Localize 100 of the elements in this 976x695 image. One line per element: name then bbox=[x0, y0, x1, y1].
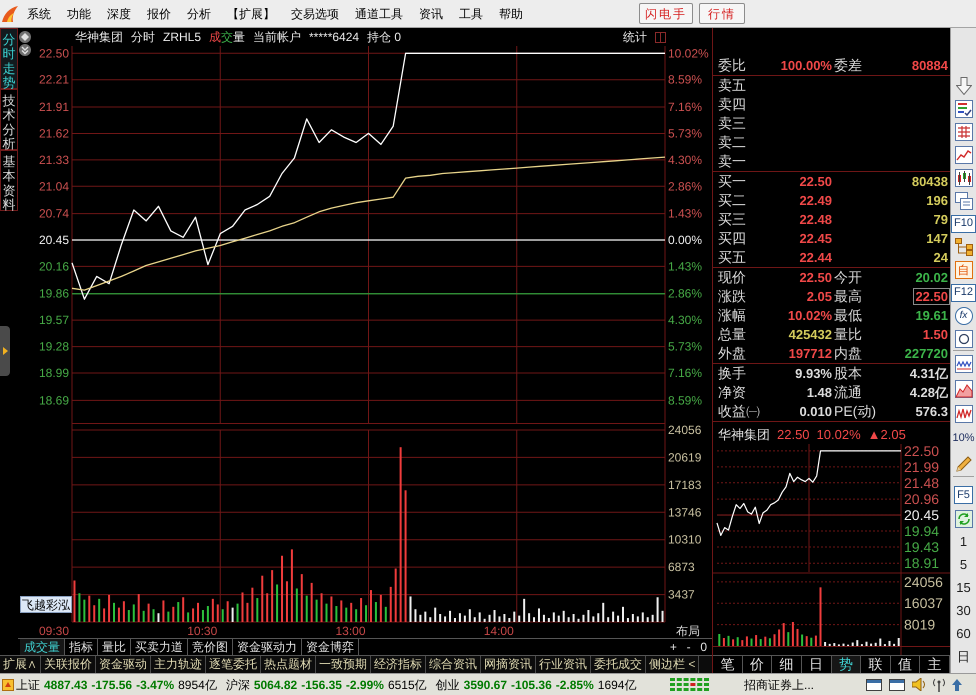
period-button[interactable]: 60 bbox=[956, 627, 971, 640]
menu-item[interactable]: 【扩展】 bbox=[219, 2, 283, 24]
indicator-tab[interactable]: 成交量 bbox=[20, 639, 65, 655]
index-change: -105.36 bbox=[511, 676, 552, 694]
price-axis-label: 21.99 bbox=[904, 458, 940, 475]
logo-icon[interactable] bbox=[2, 678, 14, 690]
percent-axis-label: 8.59% bbox=[668, 72, 702, 87]
price-axis-label: 19.28 bbox=[38, 340, 69, 354]
quote-value: 4.31亿 bbox=[908, 365, 949, 382]
zoom-button[interactable]: - bbox=[684, 641, 693, 653]
zoom-button[interactable]: 0 bbox=[698, 641, 710, 653]
menu-item[interactable]: 工具 bbox=[451, 2, 491, 24]
index-change: -175.56 bbox=[91, 676, 132, 694]
hotkey-button[interactable]: F10 bbox=[951, 214, 976, 232]
menu-item[interactable]: 功能 bbox=[59, 2, 99, 24]
quote-label: 卖一 bbox=[718, 152, 747, 171]
toolbar-button[interactable]: 10% bbox=[952, 430, 975, 446]
logo-icon[interactable] bbox=[2, 6, 18, 22]
down-arrow-icon[interactable] bbox=[956, 76, 972, 94]
candlestick-icon[interactable] bbox=[954, 168, 972, 186]
side-tab[interactable]: 技术分析 bbox=[0, 89, 18, 150]
speaker-icon[interactable] bbox=[912, 678, 926, 691]
zoom-button[interactable]: + bbox=[668, 641, 679, 653]
pencil-icon[interactable] bbox=[954, 454, 972, 472]
period-button[interactable]: 30 bbox=[956, 604, 971, 617]
quote-label: 收益㈠ bbox=[718, 402, 761, 421]
price-axis-label: 19.86 bbox=[38, 286, 69, 301]
volume-axis-label: 24056 bbox=[668, 424, 702, 437]
panel-toggle-button[interactable] bbox=[0, 326, 10, 376]
menu-item[interactable]: 通道工具 bbox=[347, 2, 411, 24]
percent-axis-label: 4.30% bbox=[668, 152, 702, 167]
last-price: 22.50 bbox=[777, 426, 810, 444]
index-percent: -3.47% bbox=[136, 676, 174, 694]
checklist-icon[interactable] bbox=[954, 100, 972, 118]
layout-button[interactable]: 布局 bbox=[676, 624, 700, 638]
quote-value: 576.3 bbox=[914, 403, 949, 420]
price-axis-label: 21.62 bbox=[38, 126, 69, 140]
hotkey-button[interactable]: F5 bbox=[954, 486, 973, 504]
menu-item[interactable]: 系统 bbox=[19, 2, 59, 24]
index-name: 上证 bbox=[16, 676, 40, 694]
period-button[interactable]: 日 bbox=[957, 650, 970, 663]
stats-button[interactable]: 统计 bbox=[623, 28, 647, 46]
menu-item[interactable]: 交易选项 bbox=[283, 2, 347, 24]
up-arrow-icon[interactable] bbox=[952, 678, 962, 690]
hotkey-button[interactable]: F12 bbox=[951, 284, 976, 302]
quote-value: 19.61 bbox=[914, 307, 949, 324]
menu-item[interactable]: 深度 bbox=[99, 2, 139, 24]
menu-item[interactable]: 帮助 bbox=[491, 2, 531, 24]
period-button[interactable]: 1 bbox=[960, 535, 968, 548]
double-chevron-icon[interactable] bbox=[19, 44, 31, 56]
tree-icon[interactable] bbox=[954, 238, 972, 256]
time-label: 09:30 bbox=[38, 624, 69, 638]
menu-item[interactable]: 分析 bbox=[179, 2, 219, 24]
overlay-button[interactable]: 飞越彩泓 bbox=[20, 596, 72, 613]
quote-value: 100.00% bbox=[780, 57, 833, 74]
refresh-icon[interactable] bbox=[954, 510, 972, 528]
area-chart-icon[interactable] bbox=[954, 380, 972, 398]
period-button[interactable]: 5 bbox=[960, 558, 968, 571]
index-name: 沪深 bbox=[226, 676, 250, 694]
formula-button[interactable]: fx bbox=[954, 306, 972, 324]
percent-axis-label: 5.73% bbox=[668, 126, 702, 140]
shortcut-button[interactable]: 自 bbox=[954, 260, 972, 278]
price-axis-label: 19.43 bbox=[904, 538, 940, 555]
menu-item[interactable]: 资讯 bbox=[411, 2, 451, 24]
quote-label: 卖二 bbox=[718, 133, 747, 152]
diamond-icon[interactable] bbox=[19, 31, 31, 43]
toolbar-button[interactable]: 行情 bbox=[699, 3, 745, 24]
quote-value: 2.05 bbox=[806, 288, 833, 305]
window-toggle-icon[interactable] bbox=[655, 32, 666, 42]
quote-label: 今开 bbox=[834, 268, 863, 287]
windows-icon[interactable] bbox=[954, 192, 972, 210]
quote-value: 22.44 bbox=[798, 249, 833, 266]
wave-chart-icon[interactable] bbox=[954, 354, 972, 372]
quote-label: 外盘 bbox=[718, 344, 747, 363]
table-icon[interactable] bbox=[954, 122, 972, 140]
line-chart-icon[interactable] bbox=[954, 146, 972, 164]
price-axis-label: 20.16 bbox=[38, 259, 69, 274]
antenna-icon[interactable] bbox=[933, 678, 945, 692]
window-icon[interactable] bbox=[889, 678, 905, 690]
quote-value: 9.93% bbox=[794, 365, 833, 382]
panel-tab[interactable]: 势 bbox=[832, 656, 862, 673]
price-axis-label: 19.57 bbox=[38, 313, 69, 328]
quote-label: PE(动) bbox=[834, 402, 877, 421]
price-axis-label: 18.91 bbox=[904, 555, 940, 572]
quote-value: 22.50 bbox=[798, 173, 833, 190]
volume-axis-label: 20619 bbox=[668, 450, 702, 464]
price-axis-label: 22.50 bbox=[904, 444, 940, 459]
toolbar-button[interactable]: 闪电手 bbox=[639, 3, 693, 24]
side-tab[interactable]: 基本资料 bbox=[0, 150, 18, 211]
quote-value: 22.50 bbox=[913, 288, 950, 305]
period-button[interactable]: 15 bbox=[956, 581, 971, 594]
quote-label: 买四 bbox=[718, 229, 747, 248]
quote-label: 卖四 bbox=[718, 95, 747, 114]
window-icon[interactable] bbox=[866, 678, 882, 690]
menu-item[interactable]: 报价 bbox=[139, 2, 179, 24]
side-tab[interactable]: 分时走势 bbox=[0, 28, 18, 89]
volume-label: 成交量 bbox=[209, 29, 246, 46]
price-axis-label: 21.48 bbox=[904, 474, 940, 491]
zigzag-chart-icon[interactable] bbox=[954, 404, 972, 422]
volume-axis-label: 8019 bbox=[904, 616, 936, 633]
